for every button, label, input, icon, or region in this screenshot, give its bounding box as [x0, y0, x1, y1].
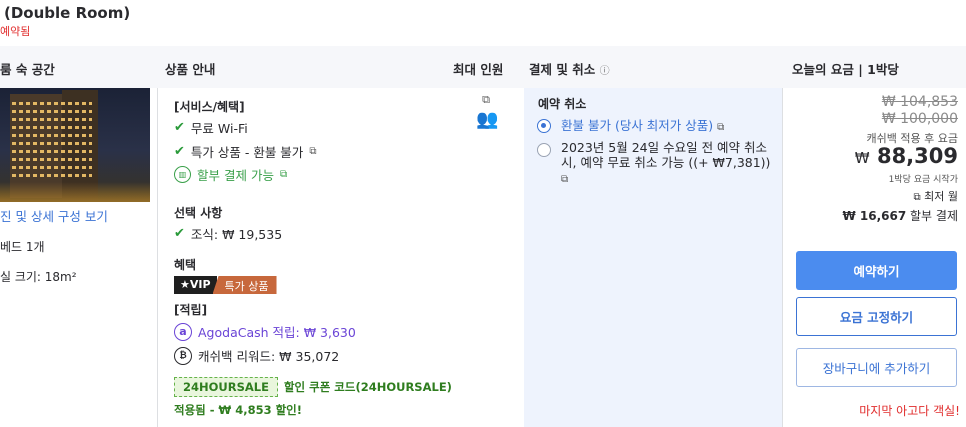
final-price-value: 88,309 [876, 144, 958, 168]
header-room: 룸 숙 공간 [0, 62, 55, 77]
installment-price: ₩ 16,667 할부 결제 [842, 207, 958, 224]
installment-text: 할부 결제 가능 [197, 168, 274, 183]
installment-line: ▥ 할부 결제 가능 ⧉ [174, 165, 287, 184]
agoda-cash-line: a AgodaCash 적립: ₩ 3,630 [174, 322, 356, 341]
min-month-label: 최저 월 [924, 190, 958, 203]
agoda-cash-text: AgodaCash 적립: ₩ 3,630 [198, 325, 356, 340]
cashback-text: 캐쉬백 리워드: ₩ 35,072 [198, 349, 340, 364]
header-payment: 결제 및 취소 ⓘ [529, 59, 610, 78]
header-payment-label: 결제 및 취소 [529, 62, 596, 77]
lock-price-button[interactable]: 요금 고정하기 [796, 297, 957, 336]
option-free-cancel-label: 2023년 5월 24일 수요일 전 예약 취소 시, 예약 무료 취소 가능 … [561, 140, 771, 170]
perks-title: 혜택 [174, 258, 197, 272]
coupon-line: 24HOURSALE 할인 쿠폰 코드(24HOURSALE) [174, 377, 452, 397]
cashback-icon: ₿ [174, 346, 192, 365]
divider [157, 88, 158, 427]
benefit-special: 특가 상품 - 환불 불가 [190, 145, 304, 160]
check-icon: ✔ [174, 226, 185, 241]
add-to-cart-button[interactable]: 장바구니에 추가하기 [796, 348, 957, 387]
external-link-icon[interactable]: ⧉ [914, 192, 921, 203]
cancellation-panel: 예약 취소 환불 불가 (당사 최저가 상품) ⧉ 2023년 5월 24일 수… [524, 88, 782, 427]
final-price: ₩ 88,309 [855, 144, 958, 168]
vip-badge: ★VIP 특가 상품 [174, 276, 277, 294]
coupon-desc: 할인 쿠폰 코드(24HOURSALE) [283, 380, 452, 394]
coupon-applied: 적용됨 - ₩ 4,853 할인! [174, 403, 302, 417]
external-link-icon[interactable]: ⧉ [561, 174, 568, 185]
cashback-line: ₿ 캐쉬백 리워드: ₩ 35,072 [174, 346, 339, 365]
radio-nonrefundable[interactable] [537, 119, 551, 133]
services-title: [서비스/혜택] [174, 100, 245, 114]
photos-details-link[interactable]: 진 및 상세 구성 보기 [0, 206, 108, 225]
options-title: 선택 사항 [174, 206, 223, 220]
points-title: [적립] [174, 303, 208, 317]
currency: ₩ [854, 149, 870, 167]
option-nonrefundable[interactable]: 환불 불가 (당사 최저가 상품) ⧉ [561, 118, 781, 135]
book-button[interactable]: 예약하기 [796, 251, 957, 290]
coupon-code[interactable]: 24HOURSALE [174, 377, 278, 397]
guests-icon: 👥 [476, 109, 499, 130]
cancel-title: 예약 취소 [538, 97, 587, 111]
installment-suffix: 할부 결제 [910, 209, 958, 223]
max-occupancy: ⧉ 👥 [476, 93, 499, 130]
radio-free-cancel[interactable] [537, 143, 551, 157]
min-month: ⧉ 최저 월 [914, 188, 959, 204]
benefit-wifi: 무료 Wi-Fi [190, 121, 248, 136]
external-link-icon[interactable]: ⧉ [280, 169, 287, 180]
header-max-guests: 최대 인원 [453, 62, 504, 77]
room-info-icon[interactable]: ⧉ [476, 93, 496, 107]
special-tag: 특가 상품 [212, 276, 277, 294]
room-status: 예약됨 [0, 25, 31, 38]
list-item: ✔ 특가 상품 - 환불 불가 ⧉ [174, 142, 316, 161]
bed-info: 베드 1개 [0, 240, 45, 254]
installment-amount: ₩ 16,667 [842, 209, 907, 223]
breakfast-option: 조식: ₩ 19,535 [190, 227, 283, 242]
agoda-cash-icon: a [174, 322, 192, 341]
vip-tag: ★VIP [174, 276, 217, 294]
per-night-note: 1박당 요금 시작가 [888, 175, 958, 185]
check-icon: ✔ [174, 120, 185, 135]
option-free-cancel[interactable]: 2023년 5월 24일 수요일 전 예약 취소 시, 예약 무료 취소 가능 … [561, 140, 776, 187]
room-title: (Double Room) [4, 4, 131, 22]
header-product: 상품 안내 [165, 62, 216, 77]
original-price-2: ₩ 100,000 [881, 111, 958, 127]
table-header: 룸 숙 공간 상품 안내 최대 인원 결제 및 취소 ⓘ 오늘의 요금 | 1박… [0, 46, 966, 88]
option-nonrefundable-label: 환불 불가 (당사 최저가 상품) [561, 118, 714, 133]
external-link-icon[interactable]: ⧉ [717, 122, 724, 133]
hotel-photo[interactable] [0, 88, 150, 202]
list-item: ✔ 조식: ₩ 19,535 [174, 224, 282, 243]
last-chance-note: 마지막 아고다 객실! [859, 404, 960, 418]
header-price: 오늘의 요금 | 1박당 [792, 62, 899, 77]
list-item: ✔ 무료 Wi-Fi [174, 118, 248, 137]
original-price-1: ₩ 104,853 [881, 94, 958, 110]
room-size: 실 크기: 18m² [0, 270, 77, 284]
external-link-icon[interactable]: ⧉ [309, 146, 316, 157]
check-icon: ✔ [174, 144, 185, 159]
info-icon[interactable]: ⓘ [600, 66, 610, 77]
installment-icon: ▥ [174, 166, 191, 183]
divider [782, 88, 783, 427]
